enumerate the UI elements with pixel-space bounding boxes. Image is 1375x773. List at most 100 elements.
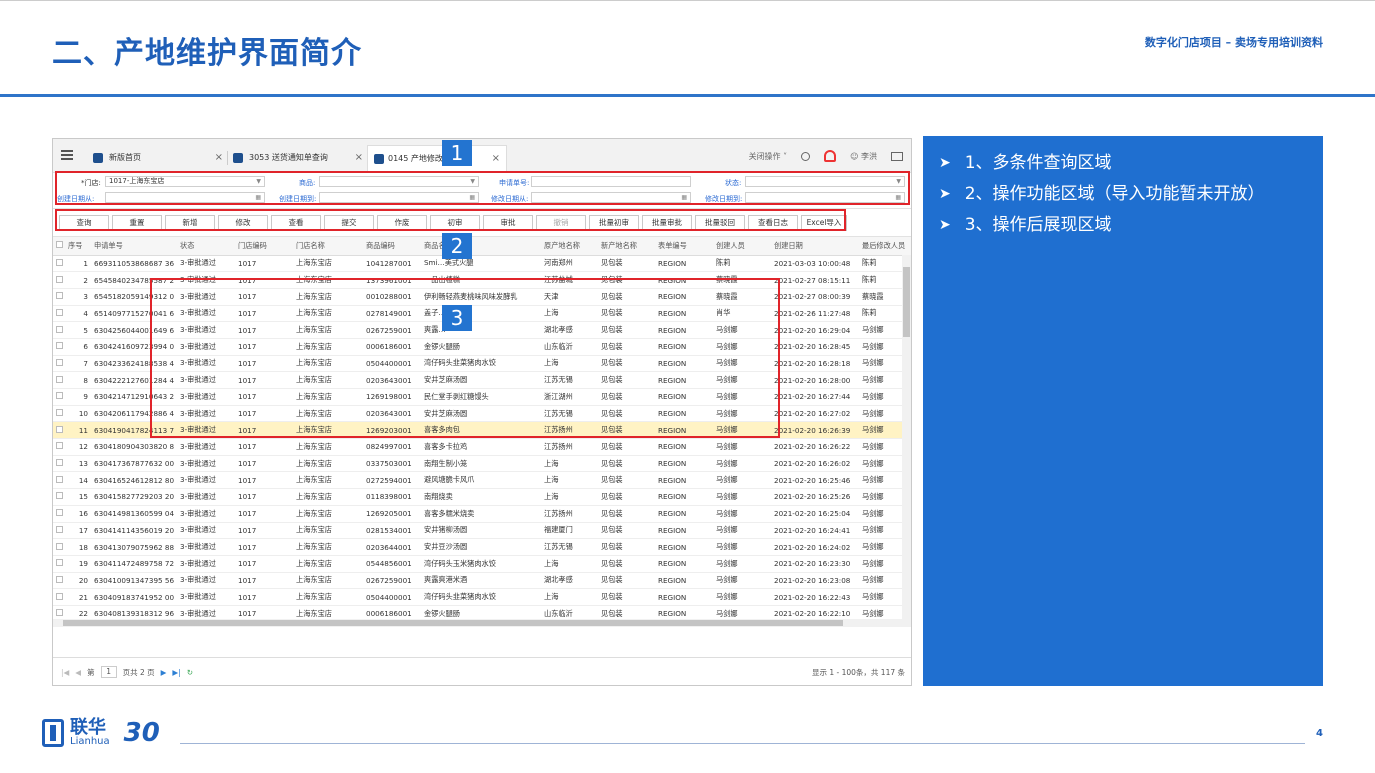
column-header[interactable]: 序号 <box>65 237 91 256</box>
column-header[interactable]: 申请单号 <box>91 237 177 256</box>
checkbox[interactable] <box>56 442 63 450</box>
column-header[interactable]: 表单编号 <box>655 237 713 256</box>
tab-home[interactable]: 新版首页 × <box>93 147 223 173</box>
close-ops-menu[interactable]: 关闭操作 ˅ <box>749 151 788 162</box>
row-select-cell[interactable] <box>53 505 65 523</box>
bell-icon[interactable] <box>824 150 837 162</box>
last-page-icon[interactable]: ▶| <box>172 668 180 677</box>
row-select-cell[interactable] <box>53 255 65 273</box>
checkbox[interactable] <box>56 375 63 383</box>
first-page-icon[interactable]: |◀ <box>61 668 69 677</box>
vertical-scrollbar[interactable] <box>902 255 911 627</box>
close-icon[interactable]: × <box>492 146 500 172</box>
menu-icon[interactable] <box>61 150 73 160</box>
table-cell: 3-审批通过 <box>177 471 235 490</box>
tab-origin-edit[interactable]: 0145 产地修改 × <box>367 145 507 173</box>
column-header[interactable]: 创建日期 <box>771 237 859 256</box>
column-header[interactable]: 商品名称 <box>421 237 541 256</box>
column-header[interactable]: 原产地名称 <box>541 237 598 256</box>
table-row[interactable]: 20 630410091347395 56 3-审批通过 1017 上海东宝店 02672… <box>53 572 911 590</box>
row-select-cell[interactable] <box>53 588 65 606</box>
prev-page-icon[interactable]: ◀ <box>75 668 81 677</box>
checkbox[interactable] <box>56 258 63 266</box>
row-select-cell[interactable] <box>53 438 65 456</box>
refresh-icon[interactable]: ↻ <box>187 668 193 677</box>
table-cell: 2021-02-20 16:25:04 <box>771 505 859 523</box>
table-cell: 3-审批通过 <box>177 505 235 523</box>
row-select-cell[interactable] <box>53 488 65 506</box>
search-icon[interactable] <box>801 151 811 161</box>
table-row[interactable]: 1 669311053868687 36 3-审批通过 1017 上海东宝店 104128… <box>53 255 911 273</box>
checkbox[interactable] <box>56 308 63 316</box>
checkbox[interactable] <box>56 325 63 333</box>
checkbox[interactable] <box>56 409 63 417</box>
table-row[interactable]: 18 630413079075962 88 3-审批通过 1017 上海东宝店 02036… <box>53 538 911 556</box>
row-select-cell[interactable] <box>53 321 65 339</box>
table-row[interactable]: 21 630409183741952 00 3-审批通过 1017 上海东宝店 05044… <box>53 588 911 606</box>
table-row[interactable]: 13 630417367877632 00 3-审批通过 1017 上海东宝店 03375… <box>53 455 911 473</box>
checkbox[interactable] <box>56 525 63 533</box>
table-cell: 19 <box>65 555 91 573</box>
row-select-cell[interactable] <box>53 271 65 289</box>
table-row[interactable]: 19 630411472489758 72 3-审批通过 1017 上海东宝店 05448… <box>53 555 911 573</box>
column-header[interactable]: 新产地名称 <box>598 237 655 256</box>
user-menu[interactable]: ☺ 李洪 <box>850 151 877 162</box>
checkbox[interactable] <box>56 542 63 550</box>
row-select-cell[interactable] <box>53 522 65 540</box>
checkbox[interactable] <box>56 275 63 283</box>
checkbox[interactable] <box>56 342 63 350</box>
checkbox[interactable] <box>56 575 63 583</box>
row-select-cell[interactable] <box>53 555 65 573</box>
column-header[interactable]: 商品编码 <box>363 237 421 256</box>
checkbox[interactable] <box>56 459 63 467</box>
table-cell: 马剑娜 <box>713 471 771 490</box>
row-select-cell[interactable] <box>53 421 65 440</box>
checkbox[interactable] <box>56 241 63 249</box>
tab-delivery-query[interactable]: 3053 送货通知单查询 × <box>233 147 363 173</box>
table-cell: 630410091347395 56 <box>91 572 177 590</box>
checkbox[interactable] <box>56 492 63 500</box>
checkbox[interactable] <box>56 475 63 483</box>
table-row[interactable]: 17 630414114356019 20 3-审批通过 1017 上海东宝店 02815… <box>53 522 911 540</box>
checkbox[interactable] <box>56 425 63 433</box>
horizontal-scrollbar[interactable] <box>53 619 904 627</box>
close-icon[interactable]: × <box>215 147 223 169</box>
row-select-cell[interactable] <box>53 405 65 423</box>
row-select-cell[interactable] <box>53 572 65 590</box>
checkbox[interactable] <box>56 509 63 517</box>
checkbox[interactable] <box>56 559 63 567</box>
column-header[interactable]: 门店名称 <box>293 237 363 256</box>
column-header[interactable]: 门店编码 <box>235 237 293 256</box>
page-number-input[interactable]: 1 <box>100 666 117 678</box>
scroll-thumb[interactable] <box>903 267 910 337</box>
monitor-icon[interactable] <box>891 151 903 161</box>
table-cell: 16 <box>65 505 91 523</box>
close-icon[interactable]: × <box>355 147 363 169</box>
row-select-cell[interactable] <box>53 371 65 389</box>
select-all-cell[interactable] <box>53 237 65 256</box>
row-select-cell[interactable] <box>53 388 65 406</box>
column-header[interactable]: 状态 <box>177 237 235 256</box>
table-cell: 3-审批通过 <box>177 455 235 473</box>
checkbox[interactable] <box>56 592 63 600</box>
table-row[interactable]: 12 6304180904303820 8 3-审批通过 1017 上海东宝店 08249… <box>53 438 911 456</box>
table-row[interactable]: 15 630415827729203 20 3-审批通过 1017 上海东宝店 01183… <box>53 488 911 506</box>
next-page-icon[interactable]: ▶ <box>161 668 167 677</box>
table-row[interactable]: 16 630414981360599 04 3-审批通过 1017 上海东宝店 12692… <box>53 505 911 523</box>
row-select-cell[interactable] <box>53 338 65 356</box>
checkbox[interactable] <box>56 392 63 400</box>
checkbox[interactable] <box>56 292 63 300</box>
table-cell: 江苏扬州 <box>541 438 598 456</box>
table-row[interactable]: 14 630416524612812 80 3-审批通过 1017 上海东宝店 02725… <box>53 471 911 490</box>
row-select-cell[interactable] <box>53 538 65 556</box>
row-select-cell[interactable] <box>53 288 65 306</box>
row-select-cell[interactable] <box>53 355 65 373</box>
row-select-cell[interactable] <box>53 455 65 473</box>
checkbox[interactable] <box>56 609 63 617</box>
row-select-cell[interactable] <box>53 471 65 490</box>
column-header[interactable]: 最后修改人员 <box>859 237 911 256</box>
scroll-thumb[interactable] <box>63 620 843 626</box>
checkbox[interactable] <box>56 358 63 366</box>
row-select-cell[interactable] <box>53 305 65 323</box>
column-header[interactable]: 创建人员 <box>713 237 771 256</box>
